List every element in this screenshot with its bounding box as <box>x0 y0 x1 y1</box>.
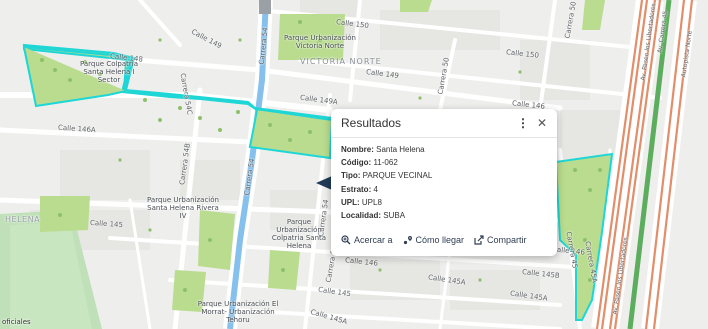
share-icon <box>474 235 484 245</box>
park-label: Parque Urbanización Colpatria Santa Hele… <box>271 218 327 250</box>
park-label: Parque Urbanización Victoria Norte <box>284 34 356 50</box>
close-icon[interactable]: ✕ <box>537 116 547 130</box>
field-localidad: Localidad: SUBA <box>341 211 406 221</box>
popup-controls: ⋮ ✕ <box>517 116 547 130</box>
results-popup: Resultados ⋮ ✕ Nombre: Santa Helena Códi… <box>331 109 557 256</box>
field-tipo: Tipo: PARQUE VECINAL <box>341 171 433 181</box>
popup-title: Resultados <box>341 116 402 130</box>
more-options-icon[interactable]: ⋮ <box>517 116 529 130</box>
field-codigo: Código: 11-062 <box>341 158 398 168</box>
popup-body: Nombre: Santa Helena Código: 11-062 Tipo… <box>341 138 547 222</box>
park-label: Parque Urbanización El Morrat- Urbanizac… <box>197 300 279 324</box>
zoom-to-button[interactable]: Acercar a <box>341 235 393 245</box>
popup-header: Resultados ⋮ ✕ <box>331 109 557 138</box>
field-estrato: Estrato: 4 <box>341 184 378 194</box>
directions-button[interactable]: Cómo llegar <box>403 235 464 245</box>
field-nombre: Nombre: Santa Helena <box>341 145 425 154</box>
directions-icon <box>403 236 412 245</box>
share-button[interactable]: Compartir <box>474 235 527 245</box>
park-label: Parque Colpatria Santa Helena I Sector <box>79 60 139 84</box>
park-label: Parque Urbanización Santa Helena Rivera … <box>147 196 219 220</box>
neighborhood-label: HELENA <box>5 215 41 224</box>
map-corner-label: oficiales <box>2 318 31 326</box>
field-upl: UPL: UPL8 <box>341 197 382 207</box>
popup-actions: Acercar a Cómo llegar Compartir <box>341 235 547 245</box>
zoom-in-icon <box>341 235 351 245</box>
district-label: VICTORIA NORTE <box>300 57 382 66</box>
popup-pointer <box>316 176 332 190</box>
